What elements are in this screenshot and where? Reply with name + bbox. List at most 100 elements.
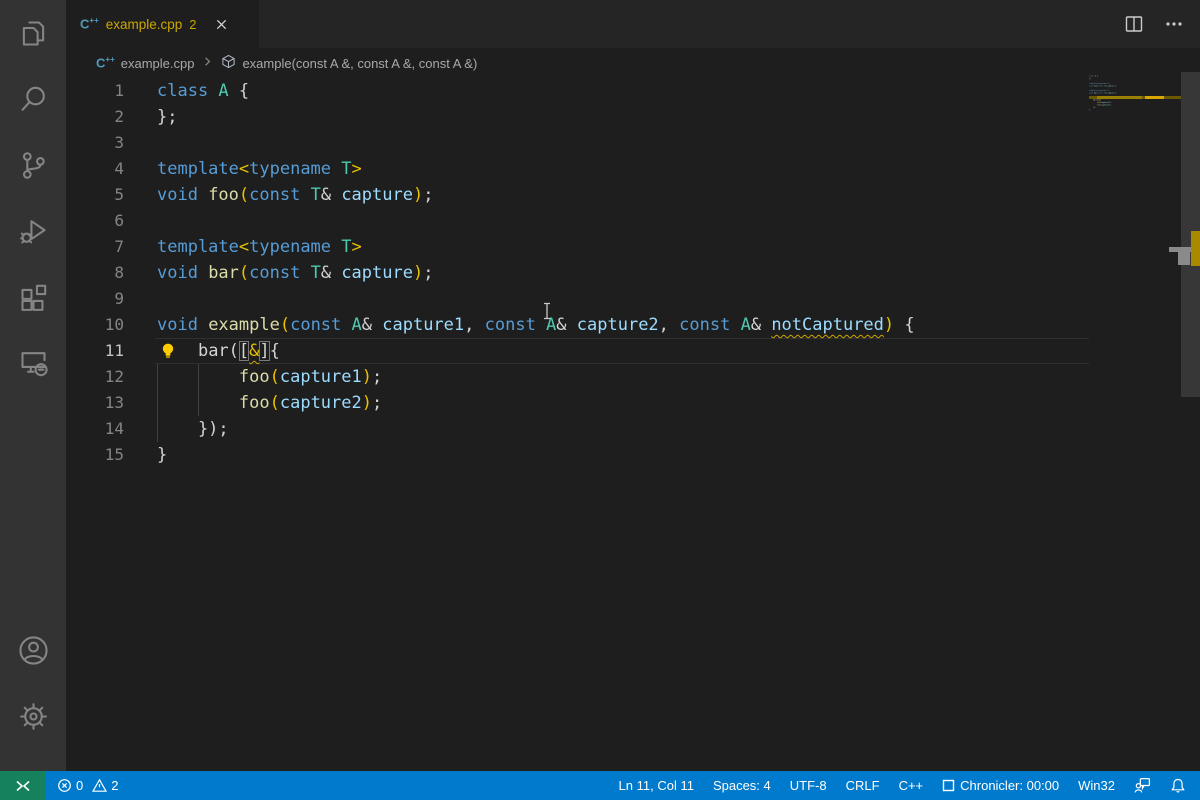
- settings-button[interactable]: [0, 683, 66, 749]
- warning-icon: [92, 778, 107, 793]
- activity-bar: [0, 0, 66, 771]
- split-editor-icon[interactable]: [1122, 12, 1146, 36]
- code-line[interactable]: 4template<typename T>: [66, 156, 1200, 182]
- sidebar-item-remote-explorer[interactable]: [0, 330, 66, 396]
- line-number[interactable]: 12: [66, 364, 124, 390]
- line-number[interactable]: 13: [66, 390, 124, 416]
- code-line[interactable]: 11 bar([&]{: [66, 338, 1200, 364]
- chevron-right-icon: [200, 54, 215, 72]
- cpp-file-icon: C++: [96, 56, 115, 69]
- code-line[interactable]: 1class A {: [66, 78, 1200, 104]
- git-branch-icon: [17, 149, 50, 182]
- code-line[interactable]: 12 foo(capture1);: [66, 364, 1200, 390]
- code-text[interactable]: foo(capture1);: [124, 364, 382, 390]
- code-area[interactable]: 1class A {2};34template<typename T>5void…: [66, 78, 1200, 468]
- sidebar-item-search[interactable]: [0, 66, 66, 132]
- breadcrumb-symbol[interactable]: example(const A &, const A &, const A &): [242, 56, 477, 71]
- code-text[interactable]: });: [124, 416, 229, 442]
- error-icon: [57, 778, 72, 793]
- editor-actions: [1122, 0, 1186, 48]
- minimap-code: class A {}; template<typename T>void foo…: [1089, 75, 1181, 111]
- code-line[interactable]: 7template<typename T>: [66, 234, 1200, 260]
- code-line[interactable]: 6: [66, 208, 1200, 234]
- status-bar: 0 2 Ln 11, Col 11 Spaces: 4 UTF-8 CRLF C…: [0, 771, 1200, 800]
- files-icon: [17, 17, 50, 50]
- tab-problem-badge: 2: [189, 17, 196, 32]
- status-language[interactable]: C++: [899, 778, 924, 793]
- status-encoding[interactable]: UTF-8: [790, 778, 827, 793]
- feedback-button[interactable]: [1134, 777, 1151, 794]
- code-text[interactable]: bar([&]{: [124, 338, 280, 364]
- code-text[interactable]: [124, 208, 157, 234]
- sidebar-item-extensions[interactable]: [0, 264, 66, 330]
- code-text[interactable]: [124, 286, 157, 312]
- notifications-button[interactable]: [1170, 778, 1186, 794]
- line-number[interactable]: 1: [66, 78, 124, 104]
- status-indentation[interactable]: Spaces: 4: [713, 778, 771, 793]
- code-line[interactable]: 3: [66, 130, 1200, 156]
- problems-status[interactable]: 0 2: [57, 778, 118, 793]
- debug-play-bug-icon: [17, 215, 50, 248]
- cpp-file-icon: C++: [80, 17, 99, 30]
- status-eol[interactable]: CRLF: [846, 778, 880, 793]
- code-text[interactable]: template<typename T>: [124, 156, 362, 182]
- line-number[interactable]: 3: [66, 130, 124, 156]
- code-text[interactable]: void foo(const T& capture);: [124, 182, 433, 208]
- line-number[interactable]: 2: [66, 104, 124, 130]
- code-text[interactable]: };: [124, 104, 177, 130]
- code-text[interactable]: }: [124, 442, 167, 468]
- feedback-icon: [1134, 777, 1151, 794]
- sidebar-item-explorer[interactable]: [0, 0, 66, 66]
- stop-square-icon: [942, 779, 955, 792]
- minimap[interactable]: class A {}; template<typename T>void foo…: [1089, 75, 1181, 475]
- more-actions-icon[interactable]: [1162, 12, 1186, 36]
- sidebar-item-source-control[interactable]: [0, 132, 66, 198]
- code-line[interactable]: 9: [66, 286, 1200, 312]
- code-text[interactable]: void example(const A& capture1, const A&…: [124, 312, 915, 338]
- line-number[interactable]: 4: [66, 156, 124, 182]
- indent-guide: [157, 364, 158, 442]
- accounts-button[interactable]: [0, 617, 66, 683]
- remote-indicator[interactable]: [0, 771, 45, 800]
- remote-explorer-icon: [17, 347, 50, 380]
- line-number[interactable]: 9: [66, 286, 124, 312]
- code-line[interactable]: 8void bar(const T& capture);: [66, 260, 1200, 286]
- status-platform[interactable]: Win32: [1078, 778, 1115, 793]
- line-number[interactable]: 6: [66, 208, 124, 234]
- error-count: 0: [76, 778, 83, 793]
- status-chronicler[interactable]: Chronicler: 00:00: [942, 778, 1059, 793]
- code-text[interactable]: [124, 130, 157, 156]
- code-text[interactable]: template<typename T>: [124, 234, 362, 260]
- code-text[interactable]: class A {: [124, 78, 249, 104]
- line-number[interactable]: 8: [66, 260, 124, 286]
- account-icon: [17, 634, 50, 667]
- line-number[interactable]: 10: [66, 312, 124, 338]
- lightbulb-code-action-icon[interactable]: [159, 342, 177, 360]
- status-line-col[interactable]: Ln 11, Col 11: [619, 778, 694, 793]
- symbol-method-cube-icon: [221, 54, 236, 72]
- code-text[interactable]: foo(capture2);: [124, 390, 382, 416]
- sidebar-item-run-debug[interactable]: [0, 198, 66, 264]
- breadcrumb-file[interactable]: example.cpp: [121, 56, 195, 71]
- mouse-cursor-ibeam: [542, 302, 552, 325]
- code-line[interactable]: 10void example(const A& capture1, const …: [66, 312, 1200, 338]
- code-line[interactable]: 5void foo(const T& capture);: [66, 182, 1200, 208]
- extensions-icon: [17, 281, 50, 314]
- search-icon: [17, 83, 50, 116]
- tab-label: example.cpp: [106, 17, 183, 32]
- code-line[interactable]: 13 foo(capture2);: [66, 390, 1200, 416]
- editor[interactable]: 1class A {2};34template<typename T>5void…: [66, 78, 1200, 771]
- code-line[interactable]: 15}: [66, 442, 1200, 468]
- bell-icon: [1170, 778, 1186, 794]
- code-line[interactable]: 14 });: [66, 416, 1200, 442]
- line-number[interactable]: 7: [66, 234, 124, 260]
- code-text[interactable]: void bar(const T& capture);: [124, 260, 433, 286]
- code-line[interactable]: 2};: [66, 104, 1200, 130]
- line-number[interactable]: 15: [66, 442, 124, 468]
- close-icon[interactable]: [212, 14, 232, 34]
- line-number[interactable]: 14: [66, 416, 124, 442]
- indent-guide: [198, 364, 199, 416]
- line-number[interactable]: 5: [66, 182, 124, 208]
- line-number[interactable]: 11: [66, 338, 124, 364]
- tab-example-cpp[interactable]: C++ example.cpp 2: [66, 0, 259, 48]
